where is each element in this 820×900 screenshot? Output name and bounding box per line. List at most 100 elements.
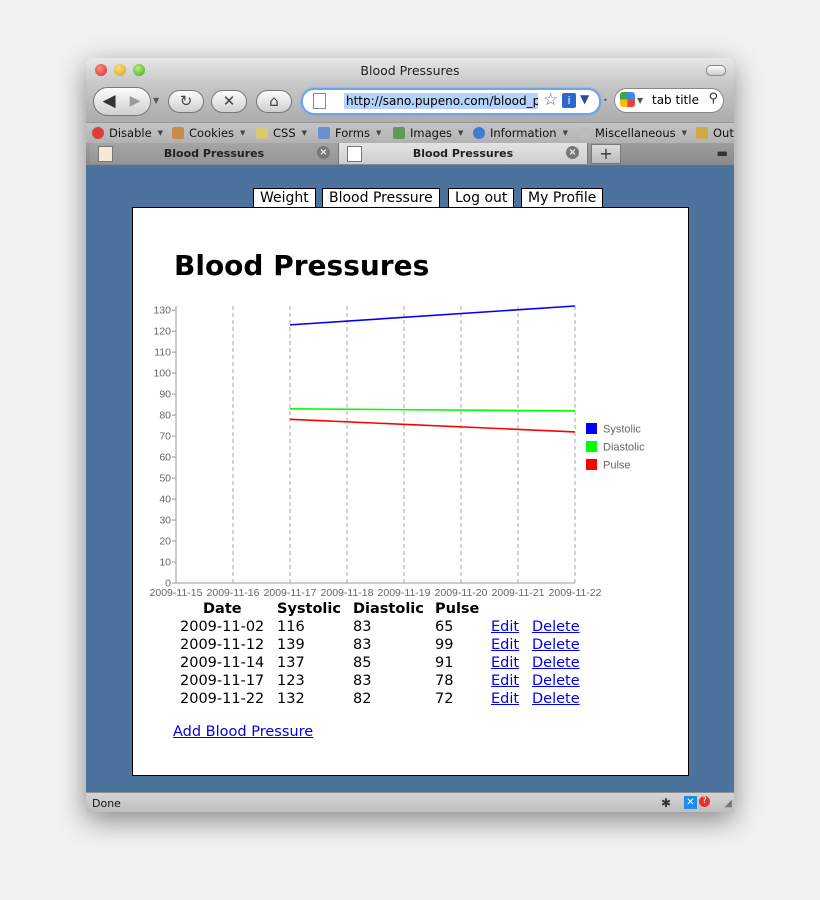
legend-label-pulse: Pulse [603,460,631,472]
header-diastolic: Diastolic [353,601,424,617]
y-tick-label: 20 [159,536,171,548]
back-forward-control: ◀ ▶ [93,87,151,116]
bookmark-disable[interactable]: Disable ▼ [92,126,163,140]
series-line-systolic [289,305,576,326]
bookmark-images[interactable]: Images ▼ [393,126,463,140]
edit-link[interactable]: Edit [491,619,519,635]
nav-weight-link[interactable]: Weight [253,188,316,209]
page-title: Blood Pressures [174,249,430,282]
delete-link[interactable]: Delete [532,619,580,635]
cell-pulse: 65 [435,619,454,635]
nav-blood-pressure-link[interactable]: Blood Pressure [322,188,440,209]
forms-icon [318,127,330,139]
y-tick-label: 70 [159,431,171,443]
cell-pulse: 91 [435,655,454,671]
reload-button[interactable]: ↻ [168,90,204,113]
x-tick-label: 2009-11-17 [264,587,317,599]
home-icon: ⌂ [269,92,279,110]
cell-date: 2009-11-22 [180,691,265,707]
browser-window: Blood Pressures ◀ ▶ ▼ ↻ ✕ ⌂ http://sano.… [86,58,734,812]
legend-label-diastolic: Diastolic [603,442,645,454]
edit-link[interactable]: Edit [491,691,519,707]
cell-pulse: 78 [435,673,454,689]
cell-pulse: 72 [435,691,454,707]
y-tick-label: 50 [159,473,171,485]
edit-link[interactable]: Edit [491,637,519,653]
stop-icon: ✕ [222,92,236,110]
new-tab-button[interactable]: + [591,144,621,164]
x-tick-label: 2009-11-18 [321,587,374,599]
close-tab-icon[interactable]: × [566,146,579,159]
cell-diastolic: 83 [353,673,372,689]
bookmark-forms[interactable]: Forms ▼ [318,126,381,140]
y-tick-label: 10 [159,557,171,569]
navigation-toolbar: ◀ ▶ ▼ ↻ ✕ ⌂ http://sano.pupeno.com/blood… [86,82,734,122]
addon-icon[interactable]: ✕ [684,796,697,809]
resize-grip-icon[interactable]: ◢ [724,798,732,809]
home-button[interactable]: ⌂ [256,90,292,113]
stop-button[interactable]: ✕ [211,90,247,113]
history-dropdown-icon[interactable]: ▼ [153,96,159,105]
bookmark-cookies[interactable]: Cookies ▼ [172,126,245,140]
tab-list-icon[interactable]: ▬ [717,146,728,160]
url-bar[interactable]: http://sano.pupeno.com/blood_pressures ☆… [301,88,601,115]
window-title: Blood Pressures [360,63,460,78]
plus-icon: + [599,144,613,163]
edit-link[interactable]: Edit [491,673,519,689]
status-text: Done [92,797,121,810]
cell-diastolic: 83 [353,619,372,635]
cell-date: 2009-11-14 [180,655,265,671]
back-icon[interactable]: ◀ [98,90,120,112]
x-tick-label: 2009-11-22 [549,587,602,599]
delete-link[interactable]: Delete [532,655,580,671]
images-icon [393,127,405,139]
add-blood-pressure-link[interactable]: Add Blood Pressure [173,724,313,740]
search-bar[interactable]: ▼ tab title ⚲ [614,88,724,113]
url-dropdown-icon[interactable]: ▼ [580,92,589,106]
bookmark-information[interactable]: Information ▼ [473,126,568,140]
tab-blood-pressures-2[interactable]: Blood Pressures × [339,143,588,164]
x-tick-label: 2009-11-20 [435,587,488,599]
delete-link[interactable]: Delete [532,673,580,689]
edit-link[interactable]: Edit [491,655,519,671]
cell-date: 2009-11-17 [180,673,265,689]
search-engine-dropdown-icon[interactable]: ▼ [637,96,643,105]
nav-log-out-link[interactable]: Log out [448,188,515,209]
bookmark-star-icon[interactable]: ☆ [543,90,558,110]
x-tick-label: 2009-11-16 [207,587,260,599]
url-text[interactable]: http://sano.pupeno.com/blood_pressures [344,93,538,109]
blood-pressure-chart: 01020304050607080901001101201302009-11-1… [150,305,646,599]
toolbar-toggle-button[interactable] [706,65,726,76]
tab-bar: Blood Pressures × Blood Pressures × + ▬ [86,143,734,166]
page-icon [313,93,326,109]
legend-swatch-diastolic [586,441,597,452]
cell-systolic: 137 [277,655,305,671]
x-tick-label: 2009-11-19 [378,587,431,599]
delete-link[interactable]: Delete [532,691,580,707]
search-icon[interactable]: ⚲ [708,91,718,106]
cell-diastolic: 85 [353,655,372,671]
disable-icon [92,127,104,139]
google-icon[interactable] [620,92,635,107]
bookmark-miscellaneous[interactable]: Miscellaneous ▼ [578,126,687,140]
cell-diastolic: 83 [353,637,372,653]
miscellaneous-icon [578,127,590,139]
cell-date: 2009-11-12 [180,637,265,653]
y-tick-label: 130 [153,305,171,317]
forward-icon[interactable]: ▶ [125,90,145,112]
tab-blood-pressures-1[interactable]: Blood Pressures × [90,143,339,164]
series-line-diastolic [289,408,576,412]
nav-my-profile-link[interactable]: My Profile [521,188,604,209]
help-icon[interactable]: ? [699,796,710,807]
header-systolic: Systolic [277,601,341,617]
header-date: Date [203,601,242,617]
close-tab-icon[interactable]: × [317,146,330,159]
info-icon[interactable]: i [562,93,576,108]
firebug-icon[interactable]: ✱ [661,796,671,810]
search-input[interactable]: tab title [652,93,699,107]
bookmark-css[interactable]: CSS ▼ [256,126,307,140]
delete-link[interactable]: Delete [532,637,580,653]
series-line-pulse [289,418,576,433]
y-tick-label: 100 [153,368,171,380]
bookmark-out[interactable]: Out [696,126,734,140]
